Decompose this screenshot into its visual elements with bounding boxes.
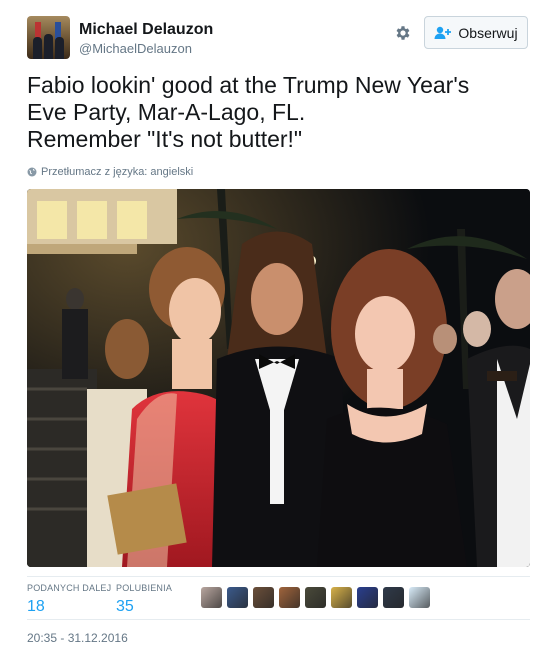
liker-avatar[interactable]	[409, 587, 430, 608]
translate-label: Przetłumacz z języka: angielski	[41, 166, 194, 178]
liker-avatar[interactable]	[305, 587, 326, 608]
tweet-text-line: Fabio lookin' good at the Trump New Year…	[27, 72, 470, 98]
retweets-count: 18	[27, 598, 45, 615]
liker-avatar[interactable]	[253, 587, 274, 608]
author-avatar[interactable]	[27, 16, 70, 59]
gear-icon[interactable]	[394, 24, 412, 42]
likes-stat[interactable]: POLUBIENIA 35	[116, 583, 172, 616]
liker-avatar[interactable]	[279, 587, 300, 608]
likes-count: 35	[116, 598, 134, 615]
tweet-text-line: Remember "It's not butter!"	[27, 126, 303, 152]
liker-avatars	[201, 587, 435, 608]
tweet-timestamp[interactable]: 20:35 - 31.12.2016	[27, 631, 128, 645]
follow-button-label: Obserwuj	[458, 24, 518, 41]
liker-avatar[interactable]	[383, 587, 404, 608]
retweets-stat[interactable]: PODANYCH DALEJ 18	[27, 583, 111, 616]
liker-avatar[interactable]	[357, 587, 378, 608]
tweet-header: Michael Delauzon @MichaelDelauzon Obserw…	[27, 16, 530, 60]
likes-label: POLUBIENIA	[116, 583, 173, 593]
retweets-label: PODANYCH DALEJ	[27, 583, 112, 593]
divider	[27, 576, 530, 577]
translate-link[interactable]: Przetłumacz z języka: angielski	[27, 166, 193, 178]
author-handle[interactable]: @MichaelDelauzon	[79, 41, 192, 56]
author-name[interactable]: Michael Delauzon	[79, 21, 213, 39]
add-user-icon	[434, 26, 452, 39]
follow-button[interactable]: Obserwuj	[424, 16, 528, 49]
party-photo-illustration	[27, 189, 530, 567]
tweet-text-line: Eve Party, Mar-A-Lago, FL.	[27, 99, 306, 125]
globe-icon	[27, 167, 37, 177]
liker-avatar[interactable]	[331, 587, 352, 608]
liker-avatar[interactable]	[201, 587, 222, 608]
liker-avatar[interactable]	[227, 587, 248, 608]
divider	[27, 619, 530, 620]
tweet-text: Fabio lookin' good at the Trump New Year…	[27, 72, 537, 153]
tweet-photo[interactable]	[27, 189, 530, 567]
